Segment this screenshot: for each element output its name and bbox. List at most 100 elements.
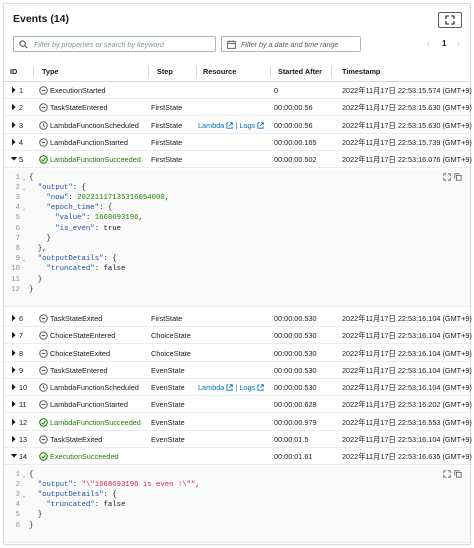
table-row[interactable]: 2 TaskStateEntered FirstState 00:00:00.56 20… xyxy=(4,99,472,117)
neutral-status-icon xyxy=(39,366,48,375)
column-separator xyxy=(270,66,271,77)
fold-toggle[interactable]: ⌄ xyxy=(22,184,26,192)
fold-toggle[interactable]: ⌄ xyxy=(22,174,26,182)
event-step: EvenState xyxy=(151,365,185,375)
fold-toggle[interactable]: ⌄ xyxy=(22,491,26,499)
table-row[interactable]: 3 LambdaFunctionScheduled FirstState Lambda… xyxy=(4,117,472,134)
row-expand-toggle[interactable] xyxy=(10,452,18,460)
event-started-after: 00:00:01.61 xyxy=(274,452,313,462)
table-row[interactable]: 9 TaskStateEntered EvenState 00:00:00.530 20… xyxy=(4,362,472,379)
event-json-viewer[interactable]: 1 ⌄{2 ⌄ "output": {3 "now": 20221117135316… xyxy=(4,168,470,307)
row-expand-toggle[interactable] xyxy=(10,418,18,426)
event-started-after: 00:00:00.530 xyxy=(274,383,317,393)
next-page-button[interactable]: › xyxy=(457,38,460,48)
event-step: FirstState xyxy=(151,103,183,113)
code-text: }, xyxy=(29,244,47,253)
column-id[interactable]: ID xyxy=(10,67,17,76)
code-text: "now": 20221117135316054000, xyxy=(46,193,170,202)
code-line: 2 ⌄ "output": { xyxy=(4,184,470,194)
code-line: 12} xyxy=(4,286,470,296)
column-type[interactable]: Type xyxy=(42,67,59,76)
table-row[interactable]: 8 ChoiceStateExited ChoiceState 00:00:00.53… xyxy=(4,345,472,362)
prev-page-button[interactable]: ‹ xyxy=(427,38,430,48)
event-type-label: TaskStateEntered xyxy=(50,103,108,113)
row-expand-toggle[interactable] xyxy=(10,138,18,146)
column-resource[interactable]: Resource xyxy=(203,67,236,76)
event-step: FirstState xyxy=(151,313,183,323)
table-row[interactable]: 12 LambdaFunctionSucceeded EvenState 00:00:… xyxy=(4,414,472,431)
line-number: 10 xyxy=(11,265,20,274)
fullscreen-button[interactable] xyxy=(438,12,462,28)
search-placeholder: Filter by properties or search by keywor… xyxy=(34,40,164,49)
fold-toggle[interactable]: ⌄ xyxy=(22,471,26,479)
event-type-label: ChoiceStateEntered xyxy=(50,331,116,341)
table-row[interactable]: 14 ExecutionSucceeded 00:00:01.61 2022年11月1… xyxy=(4,448,472,466)
table-row[interactable]: 13 TaskStateExited EvenState 00:00:01.5 2022… xyxy=(4,431,472,448)
row-expand-toggle[interactable] xyxy=(10,366,18,374)
expand-caret-down-icon xyxy=(10,454,18,458)
line-number: 5 xyxy=(15,214,20,223)
line-number: 6 xyxy=(15,224,20,233)
event-started-after: 00:00:00.502 xyxy=(274,155,317,165)
code-text: "outputDetails": { xyxy=(37,255,117,264)
neutral-status-icon xyxy=(39,314,48,323)
event-timestamp: 2022年11月17日 22:53:16.104 (GMT+9) xyxy=(342,435,472,444)
code-text: "epoch_time": { xyxy=(46,204,113,213)
page-number[interactable]: 1 xyxy=(442,39,446,48)
table-row[interactable]: 10 LambdaFunctionScheduled EvenState Lambda… xyxy=(4,379,472,397)
row-expand-toggle[interactable] xyxy=(10,155,18,163)
column-timestamp[interactable]: Timestamp xyxy=(342,67,380,76)
row-expand-toggle[interactable] xyxy=(10,435,18,443)
date-range-input[interactable]: Filter by a date and time range xyxy=(221,36,361,52)
events-panel: Events (14) Filter by properties or sear… xyxy=(3,3,472,545)
row-expand-toggle[interactable] xyxy=(10,314,18,322)
fold-toggle[interactable]: ⌄ xyxy=(22,255,26,263)
row-expand-toggle[interactable] xyxy=(10,121,18,129)
column-started-after[interactable]: Started After xyxy=(278,67,322,76)
table-row[interactable]: 7 ChoiceStateEntered ChoiceState 00:00:00.5… xyxy=(4,327,472,345)
row-expand-toggle[interactable] xyxy=(10,383,18,391)
event-timestamp: 2022年11月17日 22:53:16.104 (GMT+9) xyxy=(342,348,472,358)
event-step: EvenState xyxy=(151,400,185,410)
event-id: 5 xyxy=(19,155,24,165)
event-timestamp: 2022年11月17日 22:53:15.630 (GMT+9) xyxy=(342,103,472,113)
event-type-label: LambdaFunctionSucceeded xyxy=(50,155,141,165)
event-json-viewer[interactable]: 1 ⌄{2 "output": "\"1668693196 is even !\"… xyxy=(4,465,470,543)
event-started-after: 00:00:01.5 xyxy=(274,435,309,444)
scheduled-clock-icon xyxy=(39,120,48,130)
table-row[interactable]: 6 TaskStateExited FirstState 00:00:00.530 20… xyxy=(4,310,472,327)
lambda-link[interactable]: Lambda xyxy=(198,383,224,392)
row-expand-toggle[interactable] xyxy=(10,103,18,111)
table-row[interactable]: 5 LambdaFunctionSucceeded FirstState 00:00:… xyxy=(4,151,472,169)
expand-caret-right-icon xyxy=(12,401,16,408)
logs-link[interactable]: Logs xyxy=(239,121,255,130)
row-expand-toggle[interactable] xyxy=(10,86,18,94)
column-separator xyxy=(331,66,332,77)
event-id: 3 xyxy=(19,120,24,130)
event-id: 8 xyxy=(19,348,24,358)
fold-toggle[interactable]: ⌄ xyxy=(22,204,26,212)
table-row[interactable]: 1 ExecutionStarted 0 2022年11月17日 22:53:15.5… xyxy=(4,82,472,99)
table-row[interactable]: 4 LambdaFunctionStarted FirstState 00:00:00… xyxy=(4,134,472,151)
search-input[interactable]: Filter by properties or search by keywor… xyxy=(13,36,216,52)
link-separator: | xyxy=(235,383,238,393)
row-expand-toggle[interactable] xyxy=(10,400,18,408)
external-link-icon xyxy=(226,121,234,129)
event-id: 7 xyxy=(19,331,24,341)
expand-caret-right-icon xyxy=(12,366,16,373)
line-number: 7 xyxy=(15,234,20,243)
event-timestamp: 2022年11月17日 22:53:16.104 (GMT+9) xyxy=(342,365,472,375)
code-text: "output": "\"1668693196 is even !\"", xyxy=(37,480,200,489)
lambda-link[interactable]: Lambda xyxy=(198,121,224,130)
row-expand-toggle[interactable] xyxy=(10,349,18,357)
expand-caret-right-icon xyxy=(12,383,16,391)
success-status-icon xyxy=(39,452,48,462)
date-placeholder: Filter by a date and time range xyxy=(241,40,339,49)
code-text: "output": { xyxy=(37,183,86,192)
line-number: 2 xyxy=(15,183,20,192)
column-step[interactable]: Step xyxy=(157,67,173,76)
event-id: 11 xyxy=(19,400,27,410)
table-row[interactable]: 11 LambdaFunctionStarted EvenState 00:00:00… xyxy=(4,396,472,414)
logs-link[interactable]: Logs xyxy=(239,383,255,392)
row-expand-toggle[interactable] xyxy=(10,331,18,339)
